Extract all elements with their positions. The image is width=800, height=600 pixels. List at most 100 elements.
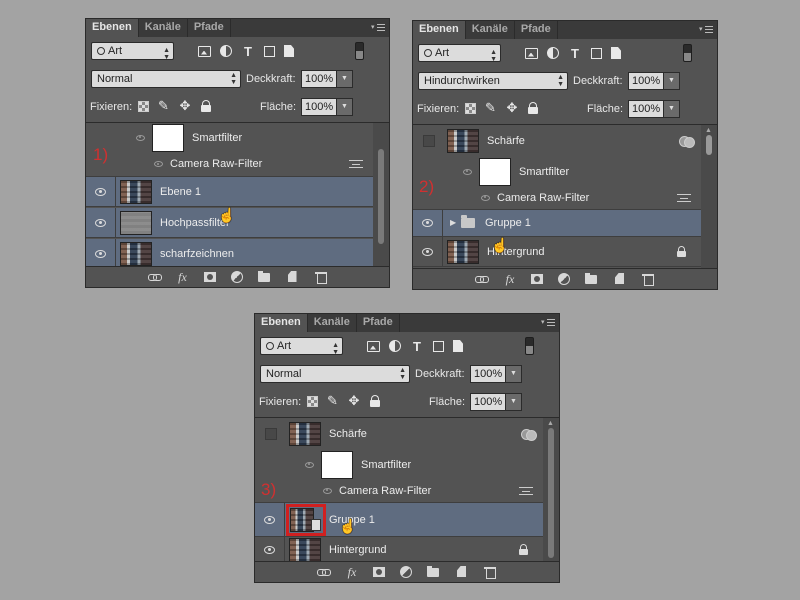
lock-transparent-icon[interactable]: [465, 102, 476, 114]
lock-all-icon[interactable]: [200, 100, 212, 112]
eye-icon[interactable]: [305, 461, 314, 468]
tab-ebenen[interactable]: Ebenen: [255, 314, 308, 332]
link-layers-icon[interactable]: [147, 271, 162, 283]
image-filter-icon[interactable]: [367, 340, 380, 352]
link-layers-icon[interactable]: [475, 273, 489, 285]
opacity-dropdown-button[interactable]: ▼: [664, 72, 680, 90]
new-adjustment-icon[interactable]: [230, 271, 244, 283]
lock-position-icon[interactable]: ✥: [506, 101, 518, 114]
layer-row-camera-raw-filter[interactable]: Camera Raw-Filter: [413, 186, 701, 210]
new-group-icon[interactable]: [257, 271, 272, 283]
new-layer-icon[interactable]: [613, 273, 627, 285]
trash-icon[interactable]: [641, 273, 655, 286]
scrollbar-thumb[interactable]: [706, 135, 712, 155]
smart-object-filter-icon[interactable]: [453, 340, 463, 352]
fill-dropdown-button[interactable]: ▼: [506, 393, 522, 411]
blend-mode-select[interactable]: Normal ▲ ▼: [260, 365, 410, 383]
smart-object-filter-icon[interactable]: [284, 45, 294, 57]
fill-field[interactable]: 100%: [470, 393, 506, 411]
layers-scrollbar[interactable]: ▲: [543, 418, 559, 562]
layers-scrollbar[interactable]: [373, 123, 389, 267]
scrollbar-thumb[interactable]: [548, 428, 554, 558]
eye-icon[interactable]: [264, 515, 275, 524]
eye-icon[interactable]: [95, 249, 106, 258]
tab-kanaele[interactable]: Kanäle: [466, 21, 515, 39]
filter-settings-icon[interactable]: [519, 486, 533, 495]
type-filter-icon[interactable]: T: [241, 44, 255, 59]
layers-scrollbar[interactable]: ▲: [701, 125, 717, 269]
fx-icon[interactable]: fx: [176, 270, 190, 284]
lock-all-icon[interactable]: [369, 395, 381, 407]
eye-icon[interactable]: [95, 218, 106, 227]
tab-kanaele[interactable]: Kanäle: [139, 19, 188, 37]
link-layers-icon[interactable]: [317, 566, 331, 578]
eye-icon[interactable]: [323, 487, 332, 494]
adjustment-filter-icon[interactable]: [220, 45, 232, 57]
filter-toggle-switch[interactable]: [525, 337, 534, 355]
layer-row-smartfilter[interactable]: Smartfilter: [86, 123, 373, 152]
tab-pfade[interactable]: Pfade: [188, 19, 231, 37]
fx-icon[interactable]: fx: [345, 565, 359, 579]
tab-pfade[interactable]: Pfade: [515, 21, 558, 39]
opacity-dropdown-button[interactable]: ▼: [337, 70, 353, 88]
layer-row-smartfilter[interactable]: Smartfilter: [413, 157, 701, 186]
new-adjustment-icon[interactable]: [557, 273, 571, 285]
layer-row-gruppe-1[interactable]: ▶ Gruppe 1: [413, 210, 701, 237]
layer-row-gruppe-1[interactable]: Gruppe 1: [255, 503, 543, 537]
layer-row-hintergrund[interactable]: Hintergrund: [255, 537, 543, 562]
layer-row-schaerfe[interactable]: Schärfe: [413, 125, 701, 157]
trash-icon[interactable]: [314, 271, 328, 284]
new-layer-icon[interactable]: [286, 271, 300, 283]
new-group-icon[interactable]: [427, 566, 441, 578]
add-mask-icon[interactable]: [203, 272, 216, 282]
adjustment-filter-icon[interactable]: [389, 340, 401, 352]
eye-icon[interactable]: [154, 161, 163, 167]
layer-row-scharfzeichnen[interactable]: scharfzeichnen: [86, 239, 373, 267]
filter-kind-select[interactable]: Art ▲ ▼: [91, 42, 174, 61]
lock-image-icon[interactable]: ✎: [485, 101, 497, 114]
blend-mode-select[interactable]: Hindurchwirken ▲ ▼: [418, 72, 568, 90]
fill-field[interactable]: 100%: [628, 100, 664, 118]
filter-settings-icon[interactable]: [349, 160, 363, 168]
add-mask-icon[interactable]: [373, 567, 385, 577]
tab-ebenen[interactable]: Ebenen: [86, 19, 139, 37]
layer-row-schaerfe[interactable]: Schärfe: [255, 418, 543, 450]
shape-filter-icon[interactable]: [264, 45, 275, 57]
lock-image-icon[interactable]: ✎: [158, 99, 170, 112]
filter-settings-icon[interactable]: [677, 193, 691, 202]
shape-filter-icon[interactable]: [433, 340, 444, 352]
layer-row-camera-raw-filter[interactable]: Camera Raw-Filter: [255, 479, 543, 503]
eye-icon[interactable]: [264, 546, 275, 554]
layer-row-camera-raw-filter[interactable]: Camera Raw-Filter: [86, 152, 373, 177]
new-adjustment-icon[interactable]: [399, 566, 413, 578]
opacity-dropdown-button[interactable]: ▼: [506, 365, 522, 383]
image-filter-icon[interactable]: [525, 47, 538, 59]
visibility-toggle-off[interactable]: [423, 135, 435, 147]
layer-row-ebene-1[interactable]: Ebene 1: [86, 177, 373, 207]
lock-transparent-icon[interactable]: [307, 395, 318, 407]
adjustment-filter-icon[interactable]: [547, 47, 559, 59]
eye-icon[interactable]: [422, 247, 433, 256]
eye-icon[interactable]: [136, 134, 145, 141]
lock-position-icon[interactable]: ✥: [179, 99, 191, 112]
expand-triangle-icon[interactable]: ▶: [450, 218, 456, 228]
lock-position-icon[interactable]: ✥: [348, 394, 360, 407]
visibility-toggle-off[interactable]: [265, 428, 277, 440]
opacity-field[interactable]: 100%: [301, 70, 337, 88]
scroll-up-icon[interactable]: ▲: [547, 420, 554, 427]
panel-menu-icon[interactable]: ▾: [541, 317, 555, 329]
tab-ebenen[interactable]: Ebenen: [413, 21, 466, 39]
filter-kind-select[interactable]: Art ▲ ▼: [418, 44, 501, 63]
eye-icon[interactable]: [95, 187, 106, 196]
layer-row-smartfilter[interactable]: Smartfilter: [255, 450, 543, 479]
panel-menu-icon[interactable]: ▾: [371, 22, 385, 34]
type-filter-icon[interactable]: T: [568, 46, 582, 61]
fx-icon[interactable]: fx: [503, 272, 517, 286]
fill-field[interactable]: 100%: [301, 98, 337, 116]
eye-icon[interactable]: [481, 194, 490, 201]
type-filter-icon[interactable]: T: [410, 339, 424, 354]
lock-transparent-icon[interactable]: [138, 100, 149, 112]
lock-image-icon[interactable]: ✎: [327, 394, 339, 407]
scrollbar-thumb[interactable]: [378, 149, 384, 244]
fill-dropdown-button[interactable]: ▼: [664, 100, 680, 118]
